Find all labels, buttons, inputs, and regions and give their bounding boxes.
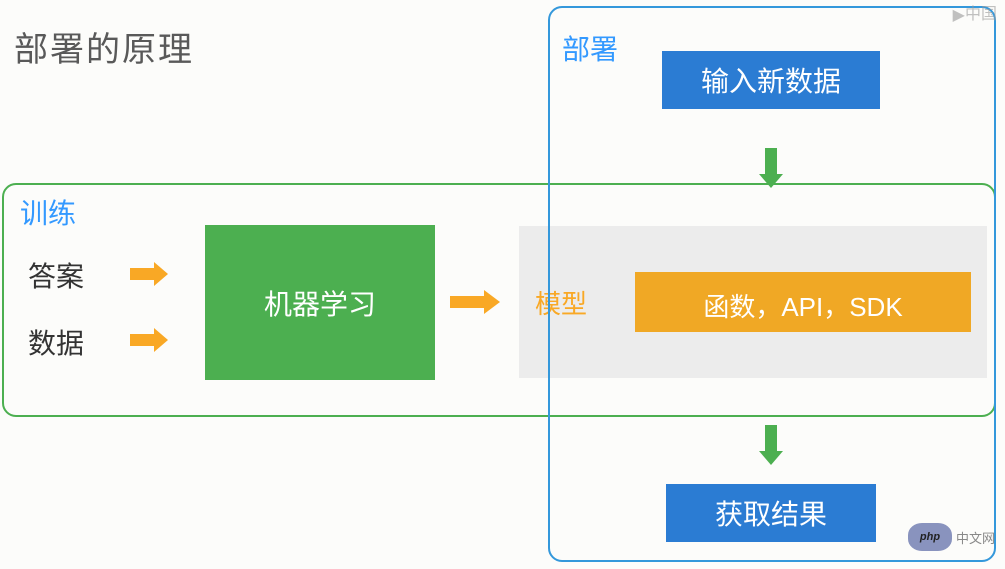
arrow-down-icon (761, 425, 781, 469)
input-data-box: 输入新数据 (662, 51, 880, 109)
logo-text: 中文网 (956, 528, 995, 547)
arrow-down-icon (761, 148, 781, 192)
machine-learning-box: 机器学习 (205, 225, 435, 380)
watermark-text: ▶中国 (953, 0, 997, 25)
php-badge: php (908, 523, 952, 551)
data-label: 数据 (28, 322, 84, 362)
arrow-right-icon (130, 262, 174, 286)
page-title: 部署的原理 (14, 22, 194, 71)
play-icon: ▶ (953, 5, 965, 25)
site-logo: php 中文网 (908, 523, 995, 551)
arrow-right-icon (130, 328, 174, 352)
result-box: 获取结果 (666, 484, 876, 542)
training-label: 训练 (20, 192, 76, 232)
arrow-right-icon (450, 290, 504, 314)
deploy-label: 部署 (562, 28, 618, 68)
answer-label: 答案 (28, 255, 84, 295)
